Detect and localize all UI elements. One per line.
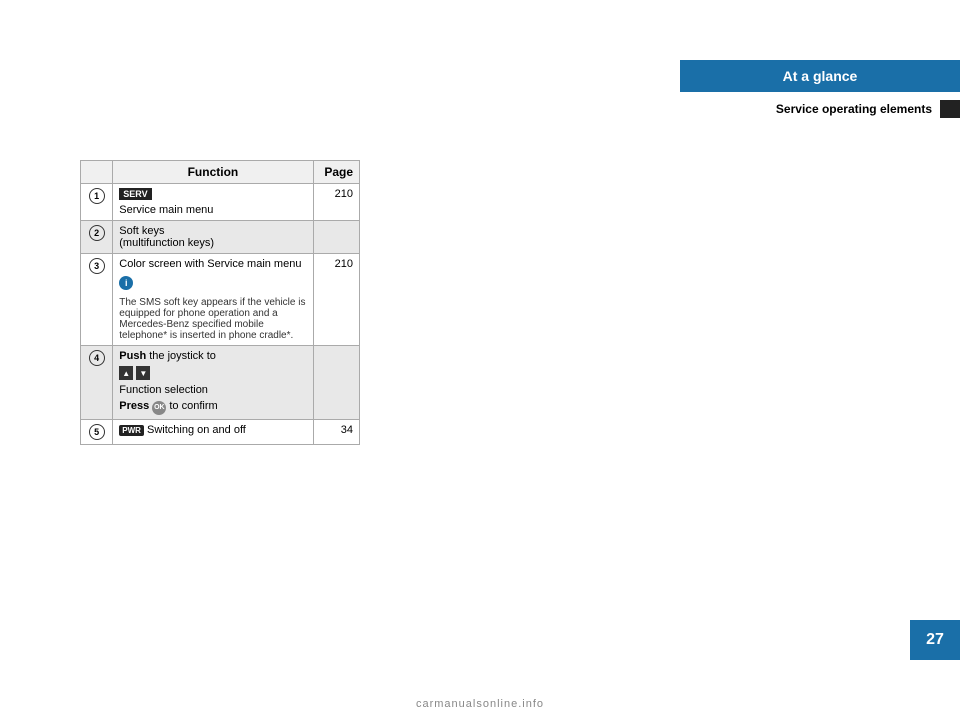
row4-num: 4 [81,346,113,420]
row5-text: Switching on and off [147,424,246,436]
pwr-badge: PWR [119,425,144,436]
row5-num: 5 [81,419,113,444]
row2-num: 2 [81,221,113,254]
page-number: 27 [910,620,960,660]
circle-3: 3 [89,258,105,274]
row3-func: Color screen with Service main menu i Th… [113,254,313,346]
circle-5: 5 [89,424,105,440]
header-subtitle-row: Service operating elements [680,96,960,122]
row3-num: 3 [81,254,113,346]
row1-func: SERV Service main menu [113,184,313,221]
main-table-container: Function Page 1 SERV Service main menu 2… [80,160,360,445]
col-header-function: Function [113,161,313,184]
row4-page [313,346,359,420]
row2-func: Soft keys(multifunction keys) [113,221,313,254]
row3-page: 210 [313,254,359,346]
row4-arrows: ▲ ▼ [119,366,306,380]
col-header-page: Page [313,161,359,184]
row2-text: Soft keys(multifunction keys) [119,225,306,249]
row4-press-text: Press OK to confirm [119,400,306,415]
row4-push-text: Push the joystick to [119,350,306,362]
ok-badge: OK [152,401,166,415]
circle-1: 1 [89,188,105,204]
header-title: At a glance [680,60,960,92]
table-row: 1 SERV Service main menu 210 [81,184,360,221]
table-row: 3 Color screen with Service main menu i … [81,254,360,346]
service-elements-table: Function Page 1 SERV Service main menu 2… [80,160,360,445]
row1-num: 1 [81,184,113,221]
circle-2: 2 [89,225,105,241]
row3-info-text: The SMS soft key appears if the vehicle … [119,297,306,341]
row1-text: Service main menu [119,204,306,216]
table-row: 4 Push the joystick to ▲ ▼ Function sele… [81,346,360,420]
up-arrow-icon: ▲ [119,366,133,380]
row5-func: PWR Switching on and off [113,419,313,444]
header-subtitle-text: Service operating elements [776,102,940,116]
row5-page: 34 [313,419,359,444]
header-block: At a glance Service operating elements [680,60,960,122]
push-bold: Push [119,350,146,362]
table-row: 5 PWR Switching on and off 34 [81,419,360,444]
row4-func: Push the joystick to ▲ ▼ Function select… [113,346,313,420]
serv-badge: SERV [119,188,151,200]
header-black-bar [940,100,960,118]
circle-4: 4 [89,350,105,366]
row2-page [313,221,359,254]
press-bold: Press [119,400,149,412]
watermark: carmanualsonline.info [416,698,544,710]
table-row: 2 Soft keys(multifunction keys) [81,221,360,254]
row4-function-selection: Function selection [119,384,306,396]
row1-page: 210 [313,184,359,221]
down-arrow-icon: ▼ [136,366,150,380]
row3-main-text: Color screen with Service main menu [119,258,306,270]
info-icon: i [119,276,133,290]
col-header-num [81,161,113,184]
